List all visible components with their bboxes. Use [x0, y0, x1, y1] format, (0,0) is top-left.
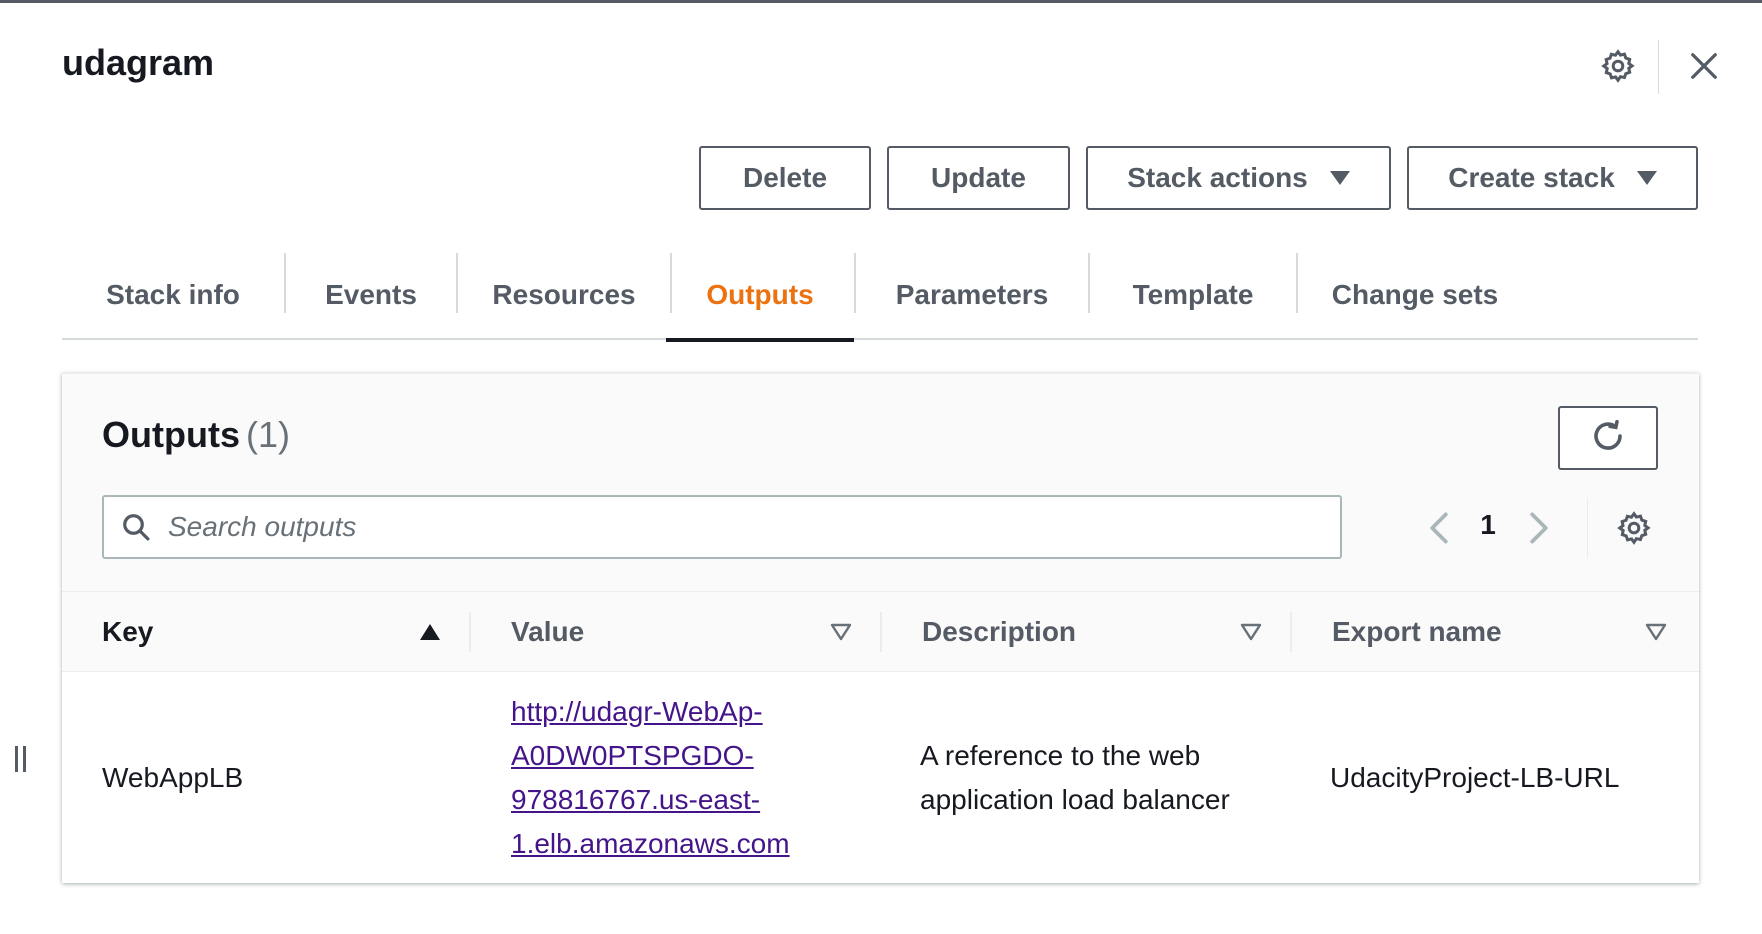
outputs-heading: Outputs (1): [102, 414, 290, 456]
column-header-export-name[interactable]: Export name: [1332, 592, 1502, 672]
search-outputs-field[interactable]: [102, 495, 1342, 559]
outputs-count: (1): [245, 414, 290, 455]
tab-change-sets[interactable]: Change sets: [1298, 250, 1532, 340]
output-key: WebAppLB: [102, 762, 244, 793]
output-export-name: UdacityProject-LB-URL: [1330, 762, 1620, 793]
sort-icon[interactable]: [1640, 616, 1672, 648]
output-value-cell: http://udagr-WebAp- A0DW0PTSPGDO- 978816…: [511, 690, 851, 866]
search-outputs-input[interactable]: [168, 499, 1318, 555]
close-icon[interactable]: [1682, 44, 1726, 88]
sort-icon[interactable]: [825, 616, 857, 648]
output-value-line: A0DW0PTSPGDO-: [511, 740, 754, 771]
column-divider: [469, 612, 471, 652]
caret-down-icon: [1636, 171, 1657, 185]
delete-button[interactable]: Delete: [699, 146, 871, 210]
column-divider: [1290, 612, 1292, 652]
outputs-panel-header: Outputs(1) 1: [62, 374, 1699, 592]
column-header-description[interactable]: Description: [922, 592, 1076, 672]
tab-parameters[interactable]: Parameters: [856, 250, 1088, 340]
output-value-line: 978816767.us-east-: [511, 784, 761, 815]
search-icon: [104, 497, 168, 557]
tab-template[interactable]: Template: [1090, 250, 1296, 340]
sort-ascending-icon[interactable]: [414, 616, 446, 648]
settings-gear-icon[interactable]: [1596, 44, 1640, 88]
tab-outputs[interactable]: Outputs: [666, 250, 854, 342]
update-button-label: Update: [931, 162, 1026, 193]
page-title: udagram: [62, 42, 215, 83]
refresh-button[interactable]: [1558, 406, 1658, 470]
top-border: [0, 0, 1762, 3]
table-preferences-gear-icon[interactable]: [1610, 504, 1658, 552]
column-header-key[interactable]: Key: [102, 592, 153, 672]
column-divider: [880, 612, 882, 652]
pager-divider: [1587, 498, 1588, 558]
output-value-line: http://udagr-WebAp-: [511, 696, 763, 727]
tab-resources[interactable]: Resources: [458, 250, 670, 340]
caret-down-icon: [1329, 171, 1350, 185]
page-number[interactable]: 1: [1473, 509, 1503, 541]
tab-bar: Stack info Events Resources Outputs Para…: [62, 250, 1698, 342]
create-stack-dropdown[interactable]: Create stack: [1407, 146, 1698, 210]
stack-actions-dropdown[interactable]: Stack actions: [1086, 146, 1391, 210]
table-row: WebAppLB http://udagr-WebAp- A0DW0PTSPGD…: [62, 672, 1699, 884]
tab-events[interactable]: Events: [286, 250, 456, 340]
output-description: A reference to the web application load …: [920, 740, 1230, 815]
refresh-icon: [1590, 418, 1626, 459]
next-page-icon[interactable]: [1517, 504, 1561, 552]
create-stack-label: Create stack: [1448, 162, 1615, 193]
outputs-panel: Outputs(1) 1: [62, 373, 1699, 883]
table-header-row: Key Value Description Export name: [62, 592, 1699, 672]
stack-actions-label: Stack actions: [1127, 162, 1308, 193]
delete-button-label: Delete: [742, 162, 828, 193]
sort-icon[interactable]: [1235, 616, 1267, 648]
output-value-line: 1.elb.amazonaws.com: [511, 828, 790, 859]
column-header-value[interactable]: Value: [511, 592, 584, 672]
tab-stack-info[interactable]: Stack info: [62, 250, 284, 340]
previous-page-icon[interactable]: [1417, 504, 1461, 552]
update-button[interactable]: Update: [887, 146, 1070, 210]
drag-handle-icon[interactable]: [10, 746, 30, 776]
output-value-link[interactable]: http://udagr-WebAp- A0DW0PTSPGDO- 978816…: [511, 696, 790, 859]
outputs-title: Outputs: [102, 414, 240, 455]
header-divider: [1658, 40, 1659, 94]
